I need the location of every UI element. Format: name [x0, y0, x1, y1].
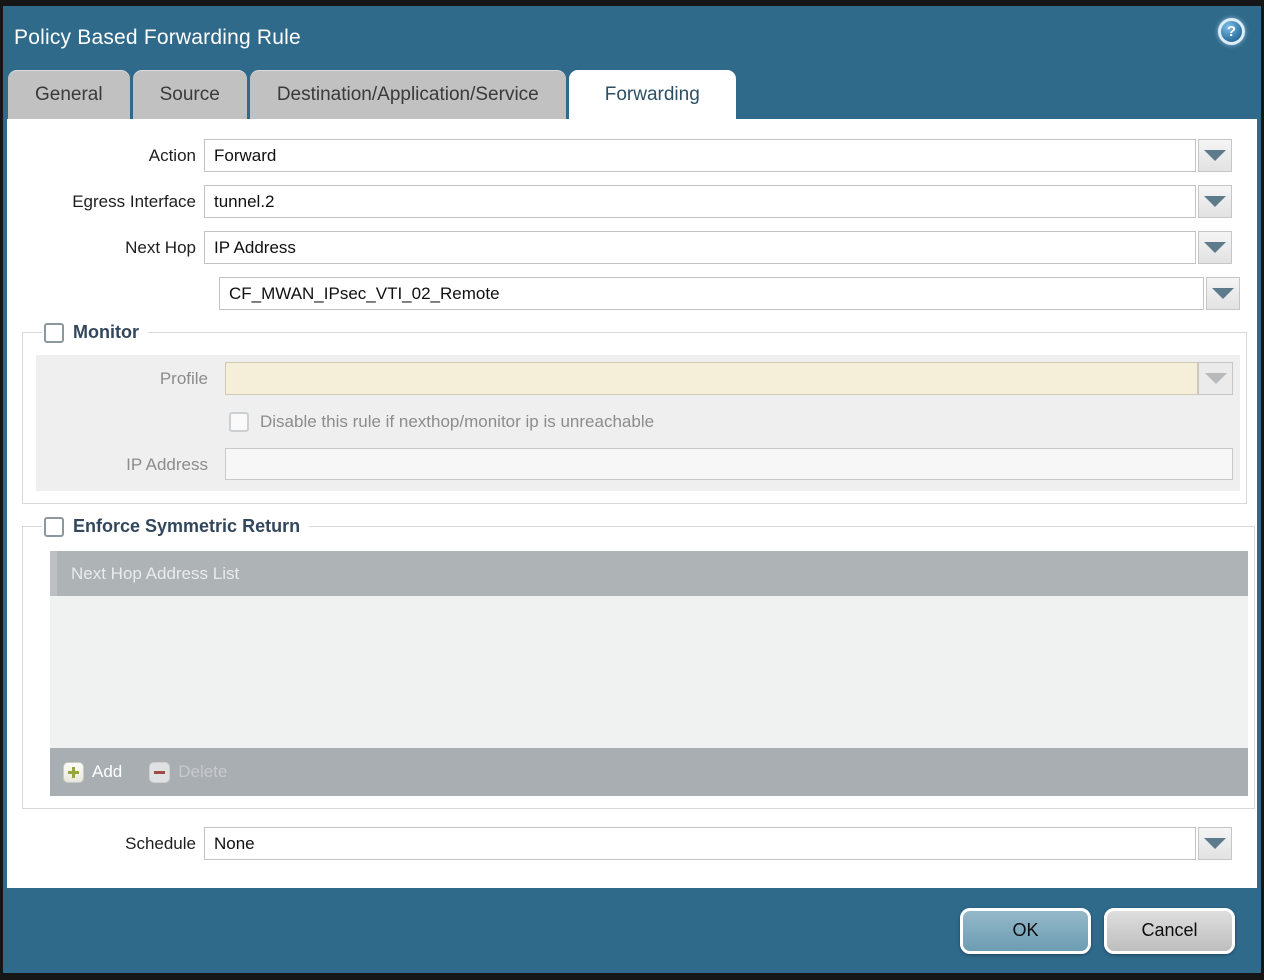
- tab-general[interactable]: General: [8, 70, 130, 119]
- plus-icon: [63, 762, 84, 783]
- next-hop-address-value: CF_MWAN_IPsec_VTI_02_Remote: [229, 284, 500, 304]
- dialog-footer: OK Cancel: [3, 888, 1261, 973]
- chevron-down-icon: [1212, 288, 1234, 299]
- schedule-label: Schedule: [7, 827, 204, 860]
- profile-dropdown-button: [1198, 362, 1233, 395]
- symmetric-return-legend: Enforce Symmetric Return: [42, 516, 309, 537]
- next-hop-type-select[interactable]: IP Address: [204, 231, 1196, 264]
- chevron-down-icon: [1204, 150, 1226, 161]
- monitor-ip-label: IP Address: [36, 448, 216, 481]
- schedule-dropdown-button[interactable]: [1198, 827, 1232, 860]
- next-hop-dropdown-button[interactable]: [1198, 231, 1232, 264]
- profile-select: [225, 362, 1198, 395]
- delete-button-label: Delete: [178, 762, 227, 782]
- next-hop-address-select[interactable]: CF_MWAN_IPsec_VTI_02_Remote: [219, 277, 1204, 310]
- disable-rule-label: Disable this rule if nexthop/monitor ip …: [260, 412, 654, 432]
- next-hop-address-row: CF_MWAN_IPsec_VTI_02_Remote: [219, 277, 1257, 310]
- symmetric-return-legend-label: Enforce Symmetric Return: [73, 516, 300, 537]
- schedule-row: Schedule None: [7, 827, 1257, 860]
- ok-button[interactable]: OK: [960, 908, 1091, 954]
- dialog-title: Policy Based Forwarding Rule: [14, 26, 301, 50]
- chevron-down-icon: [1204, 838, 1226, 849]
- monitor-legend: Monitor: [42, 322, 148, 343]
- add-button[interactable]: Add: [63, 762, 122, 783]
- chevron-down-icon: [1205, 373, 1227, 384]
- schedule-value: None: [214, 834, 255, 854]
- disable-rule-checkbox: [229, 412, 249, 432]
- delete-button: Delete: [149, 762, 227, 783]
- action-select[interactable]: Forward: [204, 139, 1196, 172]
- next-hop-address-list-header[interactable]: Next Hop Address List: [50, 551, 1248, 596]
- pbf-rule-dialog: Policy Based Forwarding Rule ? General S…: [0, 0, 1264, 980]
- egress-interface-dropdown-button[interactable]: [1198, 185, 1232, 218]
- action-label: Action: [7, 139, 204, 172]
- monitor-ip-row: IP Address: [36, 448, 1240, 481]
- chevron-down-icon: [1204, 196, 1226, 207]
- minus-icon: [149, 762, 170, 783]
- tab-destination-application-service[interactable]: Destination/Application/Service: [250, 70, 566, 119]
- monitor-group: Monitor Profile Disable this rule if nex…: [22, 322, 1247, 504]
- tab-bar: General Source Destination/Application/S…: [3, 70, 1261, 119]
- monitor-checkbox[interactable]: [44, 323, 64, 343]
- add-button-label: Add: [92, 762, 122, 782]
- symmetric-return-checkbox[interactable]: [44, 517, 64, 537]
- action-row: Action Forward: [7, 139, 1257, 172]
- profile-row: Profile: [36, 362, 1240, 395]
- next-hop-address-list-body[interactable]: [50, 596, 1248, 748]
- symmetric-return-group: Enforce Symmetric Return Next Hop Addres…: [22, 516, 1255, 809]
- chevron-down-icon: [1204, 242, 1226, 253]
- action-dropdown-button[interactable]: [1198, 139, 1232, 172]
- next-hop-type-value: IP Address: [214, 238, 296, 258]
- egress-interface-value: tunnel.2: [214, 192, 275, 212]
- next-hop-address-list-header-label: Next Hop Address List: [71, 564, 239, 584]
- egress-interface-label: Egress Interface: [7, 185, 204, 218]
- next-hop-address-table: Next Hop Address List Add Delete: [50, 551, 1248, 796]
- monitor-panel: Profile Disable this rule if nexthop/mon…: [36, 355, 1240, 491]
- monitor-ip-input: [225, 448, 1233, 480]
- dialog-title-bar: Policy Based Forwarding Rule ?: [3, 6, 1261, 70]
- next-hop-address-list-footer: Add Delete: [50, 748, 1248, 796]
- egress-interface-select[interactable]: tunnel.2: [204, 185, 1196, 218]
- cancel-button[interactable]: Cancel: [1104, 908, 1235, 954]
- action-value: Forward: [214, 146, 276, 166]
- tab-source[interactable]: Source: [133, 70, 247, 119]
- question-mark-glyph: ?: [1227, 24, 1236, 39]
- next-hop-row: Next Hop IP Address: [7, 231, 1257, 264]
- schedule-select[interactable]: None: [204, 827, 1196, 860]
- help-icon[interactable]: ?: [1218, 18, 1245, 45]
- forwarding-tab-panel: Action Forward Egress Interface tunnel.2…: [7, 119, 1257, 888]
- egress-interface-row: Egress Interface tunnel.2: [7, 185, 1257, 218]
- tab-forwarding[interactable]: Forwarding: [569, 70, 736, 119]
- disable-rule-row: Disable this rule if nexthop/monitor ip …: [229, 412, 1240, 432]
- monitor-legend-label: Monitor: [73, 322, 139, 343]
- profile-label: Profile: [36, 362, 216, 395]
- next-hop-label: Next Hop: [7, 231, 204, 264]
- next-hop-address-dropdown-button[interactable]: [1206, 277, 1240, 310]
